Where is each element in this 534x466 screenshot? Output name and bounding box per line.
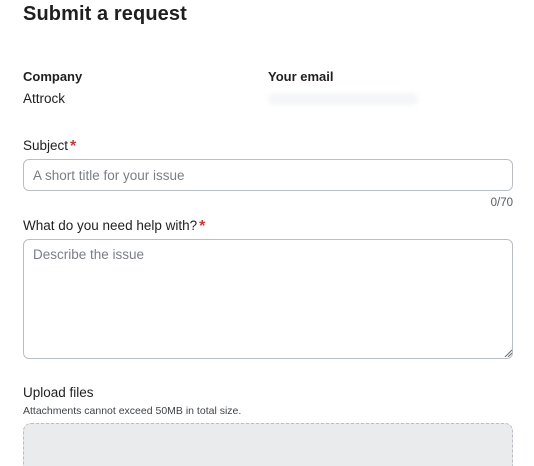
page-title: Submit a request — [23, 3, 187, 25]
company-info: Company Attrock — [23, 69, 82, 107]
email-info: Your email — [268, 69, 418, 105]
company-label: Company — [23, 69, 83, 84]
email-label: Your email — [268, 69, 334, 84]
request-form-page: Submit a request Company Attrock Your em… — [0, 0, 534, 466]
company-value: Attrock — [23, 91, 66, 106]
subject-input[interactable] — [23, 159, 513, 191]
email-value-redacted — [268, 93, 418, 105]
help-label: What do you need help with? * — [23, 217, 205, 235]
help-label-text: What do you need help with? — [23, 218, 198, 233]
upload-label: Upload files — [23, 385, 94, 400]
file-dropzone[interactable] — [23, 423, 513, 466]
description-textarea[interactable] — [23, 239, 513, 359]
subject-char-counter: 0/70 — [490, 197, 513, 209]
subject-label-text: Subject — [23, 138, 69, 153]
required-asterisk: * — [70, 138, 77, 155]
subject-label: Subject * — [23, 137, 76, 155]
required-asterisk: * — [199, 218, 206, 235]
upload-hint: Attachments cannot exceed 50MB in total … — [23, 405, 242, 417]
resize-handle-icon[interactable] — [504, 349, 512, 357]
